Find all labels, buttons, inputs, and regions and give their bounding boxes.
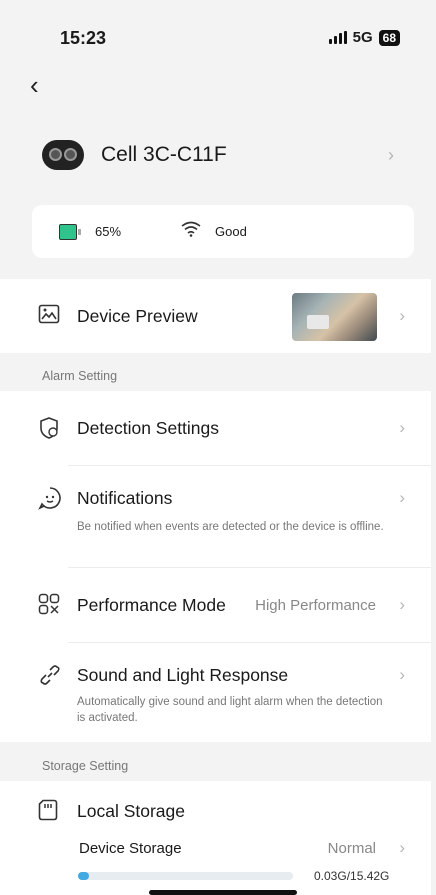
detection-settings-label: Detection Settings (77, 417, 220, 438)
wifi-status: Good (215, 224, 247, 239)
network-type: 5G (352, 29, 373, 46)
notifications-row[interactable]: Notifications › Be notified when events … (0, 466, 431, 566)
sound-light-response-label: Sound and Light Response (77, 665, 289, 685)
alarm-settings-section: Detection Settings › Notifications › Be … (0, 391, 431, 742)
storage-progress-fill (78, 872, 89, 880)
storage-usage: 0.03G/15.42G (314, 869, 390, 883)
storage-setting-header: Storage Setting (42, 759, 129, 773)
device-storage-label: Device Storage (79, 840, 182, 857)
notifications-description: Be notified when events are detected or … (77, 521, 384, 533)
device-name: Cell 3C-C11F (101, 143, 227, 166)
shield-icon (38, 416, 62, 440)
local-storage-row: Local Storage (0, 781, 431, 841)
sound-light-description: Automatically give sound and light alarm… (77, 696, 383, 724)
device-preview-label: Device Preview (77, 305, 198, 326)
signal-icon (328, 31, 347, 44)
battery-level-badge: 68 (378, 29, 400, 46)
alarm-setting-header: Alarm Setting (42, 369, 118, 383)
performance-mode-label: Performance Mode (77, 594, 226, 615)
chevron-right-icon: › (399, 665, 405, 684)
storage-progress-bar (78, 872, 293, 880)
apps-grid-icon (38, 593, 62, 617)
battery-icon (59, 223, 81, 240)
back-button[interactable]: ‹ (30, 70, 39, 101)
status-indicators: 5G 68 (328, 29, 400, 46)
performance-mode-row[interactable]: Performance Mode High Performance › (0, 568, 431, 642)
device-header[interactable]: Cell 3C-C11F › (42, 135, 422, 175)
chevron-right-icon: › (399, 838, 405, 857)
performance-mode-value: High Performance (255, 596, 376, 614)
status-bar: 15:23 5G 68 (0, 0, 436, 60)
sound-light-response-row[interactable]: Sound and Light Response › Automatically… (0, 643, 431, 742)
chevron-right-icon: › (388, 144, 394, 165)
chevron-right-icon: › (399, 595, 405, 614)
camera-icon (42, 140, 84, 170)
chevron-right-icon: › (399, 306, 405, 325)
device-status-card: 65% Good (32, 205, 414, 258)
link-icon (38, 663, 62, 692)
chevron-right-icon: › (399, 418, 405, 437)
image-icon (38, 304, 62, 328)
sd-card-icon (38, 799, 62, 823)
notification-icon (38, 486, 62, 515)
chevron-right-icon: › (399, 488, 405, 507)
local-storage-label: Local Storage (77, 800, 185, 821)
wifi-icon (181, 221, 201, 242)
device-storage-status: Normal (327, 840, 376, 857)
detection-settings-row[interactable]: Detection Settings › (0, 391, 431, 465)
preview-thumbnail[interactable] (292, 293, 377, 341)
home-indicator (149, 890, 297, 895)
status-time: 15:23 (60, 28, 107, 48)
battery-percentage: 65% (95, 224, 122, 239)
notifications-label: Notifications (77, 488, 173, 508)
device-storage-row[interactable]: Device Storage Normal › (0, 836, 431, 866)
